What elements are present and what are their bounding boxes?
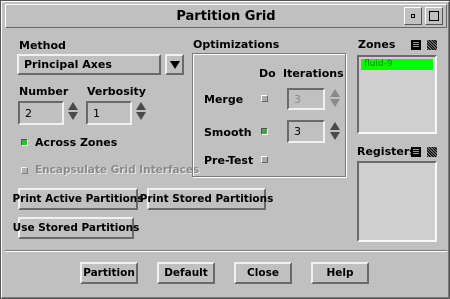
- across-zones-label: Across Zones: [35, 136, 118, 149]
- verbosity-stepper[interactable]: [136, 102, 146, 120]
- merge-label: Merge: [204, 93, 244, 106]
- col-iterations-header: Iterations: [283, 67, 344, 80]
- select-all-icon[interactable]: [411, 147, 421, 157]
- number-value: 2: [25, 106, 32, 120]
- arrow-down-icon[interactable]: [68, 112, 78, 120]
- verbosity-input[interactable]: 1: [86, 101, 132, 125]
- method-select[interactable]: Principal Axes: [17, 54, 161, 75]
- maximize-icon: [429, 11, 439, 21]
- across-zones-checkbox[interactable]: [21, 139, 28, 146]
- verbosity-label: Verbosity: [87, 85, 146, 98]
- pretest-do-checkbox[interactable]: [261, 156, 268, 163]
- smooth-iterations-input[interactable]: 3: [287, 120, 325, 143]
- smooth-label: Smooth: [204, 126, 252, 139]
- number-label: Number: [19, 85, 69, 98]
- print-stored-partitions-button[interactable]: Print Stored Partitions: [140, 188, 273, 210]
- help-button[interactable]: Help: [311, 262, 369, 284]
- number-stepper[interactable]: [68, 102, 78, 120]
- arrow-down-icon[interactable]: [330, 132, 340, 140]
- window-title: Partition Grid: [176, 9, 276, 24]
- merge-iterations-input[interactable]: 3: [287, 88, 325, 110]
- merge-do-checkbox[interactable]: [261, 95, 268, 102]
- partition-grid-dialog: Partition Grid Method Principal Axes Num…: [0, 0, 450, 299]
- smooth-iterations-stepper[interactable]: [330, 122, 340, 140]
- encapsulate-checkbox[interactable]: [21, 167, 28, 174]
- arrow-up-icon[interactable]: [68, 102, 78, 110]
- method-dropdown-button[interactable]: [165, 54, 184, 75]
- maximize-button[interactable]: [425, 7, 443, 25]
- method-label: Method: [19, 39, 66, 52]
- minimize-icon: [411, 14, 415, 18]
- verbosity-value: 1: [93, 106, 100, 120]
- arrow-up-icon[interactable]: [330, 122, 340, 130]
- encapsulate-label: Encapsulate Grid Interfaces: [35, 164, 200, 176]
- smooth-iterations-value: 3: [294, 125, 301, 138]
- minimize-button[interactable]: [404, 7, 422, 25]
- registers-title: Registers: [357, 145, 416, 158]
- number-input[interactable]: 2: [18, 101, 64, 125]
- arrow-up-icon[interactable]: [136, 102, 146, 110]
- title-bar[interactable]: Partition Grid: [5, 4, 447, 28]
- arrow-up-icon[interactable]: [330, 89, 340, 97]
- pretest-label: Pre-Test: [204, 154, 254, 167]
- col-do-header: Do: [259, 67, 276, 80]
- partition-button[interactable]: Partition: [80, 262, 138, 284]
- zones-title: Zones: [358, 38, 396, 51]
- zones-list-item[interactable]: fluid-9: [361, 59, 433, 70]
- default-button[interactable]: Default: [157, 262, 215, 284]
- arrow-down-icon[interactable]: [136, 112, 146, 120]
- chevron-down-icon: [170, 61, 180, 69]
- deselect-all-icon[interactable]: [427, 147, 437, 157]
- optimizations-title: Optimizations: [193, 38, 280, 51]
- merge-iterations-value: 3: [294, 92, 301, 106]
- smooth-do-checkbox[interactable]: [261, 128, 268, 135]
- registers-list[interactable]: [357, 161, 437, 242]
- merge-iterations-stepper[interactable]: [330, 89, 340, 107]
- arrow-down-icon[interactable]: [330, 99, 340, 107]
- use-stored-partitions-button[interactable]: Use Stored Partitions: [13, 217, 139, 239]
- close-button[interactable]: Close: [234, 262, 292, 284]
- method-value: Principal Axes: [24, 58, 112, 71]
- deselect-all-icon[interactable]: [427, 40, 437, 50]
- select-all-icon[interactable]: [411, 40, 421, 50]
- zones-list[interactable]: fluid-9: [357, 55, 437, 134]
- separator: [5, 250, 447, 252]
- print-active-partitions-button[interactable]: Print Active Partitions: [12, 188, 144, 210]
